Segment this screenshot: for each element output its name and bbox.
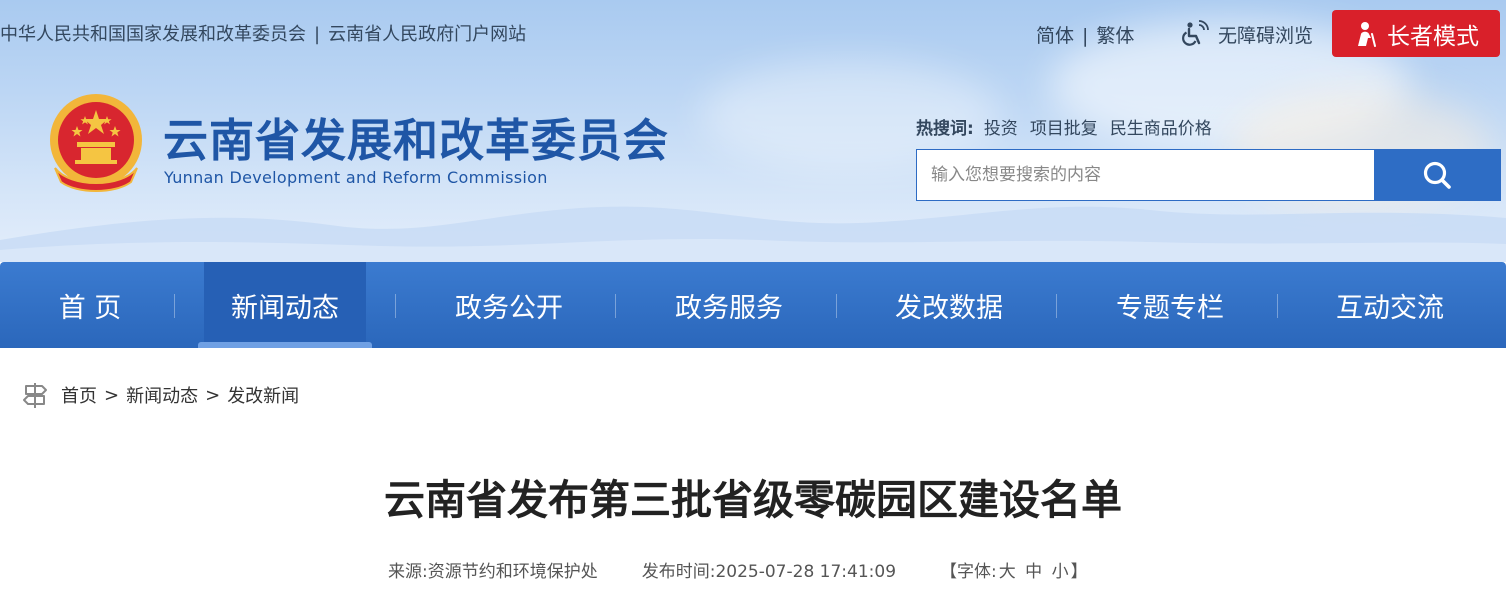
- breadcrumb: 首页 > 新闻动态 > 发改新闻: [22, 381, 299, 409]
- breadcrumb-separator: >: [104, 384, 120, 406]
- accessibility-label: 无障碍浏览: [1218, 24, 1314, 47]
- source-value: 资源节约和环境保护处: [427, 562, 598, 582]
- ndrc-link[interactable]: 中华人民共和国国家发展和改革委员会: [0, 24, 306, 45]
- nav-item-gov-services[interactable]: 政务服务: [654, 262, 804, 348]
- time-value: 2025-07-28 17:41:09: [715, 562, 897, 582]
- nav-separator: [615, 294, 616, 318]
- nav-item-data[interactable]: 发改数据: [874, 262, 1024, 348]
- font-large-button[interactable]: 大: [999, 562, 1016, 582]
- elder-person-icon: [1358, 21, 1376, 47]
- hot-search-label: 热搜词:: [916, 119, 974, 139]
- site-header: 中华人民共和国国家发展和改革委员会 | 云南省人民政府门户网站 简体 | 繁体 无障碍浏…: [0, 0, 1506, 262]
- breadcrumb-news[interactable]: 新闻动态: [126, 382, 198, 408]
- nav-item-home[interactable]: 首 页: [20, 262, 160, 348]
- breadcrumb-home[interactable]: 首页: [61, 382, 97, 408]
- nav-separator: [395, 294, 396, 318]
- wheelchair-signal-icon: [1182, 20, 1209, 46]
- hot-search: 热搜词: 投资 项目批复 民生商品价格: [916, 114, 1224, 139]
- elder-mode-button[interactable]: 长者模式: [1332, 10, 1500, 57]
- nav-item-interaction[interactable]: 互动交流: [1315, 262, 1465, 348]
- accessibility-button[interactable]: 无障碍浏览: [1180, 18, 1313, 50]
- article-time: 发布时间:2025-07-28 17:41:09: [642, 562, 896, 582]
- article-title: 云南省发布第三批省级零碳园区建设名单: [384, 476, 1122, 524]
- lang-separator: |: [1082, 25, 1089, 47]
- nav-separator: [1056, 294, 1057, 318]
- topbar-separator: |: [314, 24, 321, 45]
- breadcrumb-separator: >: [205, 384, 221, 406]
- search-icon: [1424, 161, 1451, 189]
- language-switch: 简体 | 繁体: [1036, 21, 1134, 48]
- topbar-links: 中华人民共和国国家发展和改革委员会 | 云南省人民政府门户网站: [0, 20, 526, 46]
- font-label: 【字体:: [940, 562, 997, 582]
- article-meta: 来源:资源节约和环境保护处 发布时间:2025-07-28 17:41:09 【字体…: [388, 557, 1132, 582]
- article-source: 来源:资源节约和环境保护处: [388, 562, 598, 582]
- time-label: 发布时间:: [641, 562, 716, 582]
- yunnan-gov-link[interactable]: 云南省人民政府门户网站: [328, 24, 526, 45]
- nav-separator: [174, 294, 175, 318]
- hot-search-item[interactable]: 投资: [984, 119, 1018, 139]
- hot-search-item[interactable]: 民生商品价格: [1110, 119, 1212, 139]
- simplified-chinese-link[interactable]: 简体: [1036, 25, 1074, 47]
- search-button[interactable]: [1374, 150, 1500, 200]
- source-label: 来源:: [388, 562, 428, 582]
- main-nav: 首 页 新闻动态 政务公开 政务服务 发改数据 专题专栏 互动交流: [0, 262, 1506, 348]
- breadcrumb-ndrc-news[interactable]: 发改新闻: [227, 382, 299, 408]
- nav-separator: [836, 294, 837, 318]
- font-medium-button[interactable]: 中: [1025, 562, 1042, 582]
- site-title-english: Yunnan Development and Reform Commission: [164, 168, 548, 187]
- font-small-button[interactable]: 小: [1052, 562, 1069, 582]
- elder-mode-label: 长者模式: [1387, 23, 1479, 50]
- nav-item-topics[interactable]: 专题专栏: [1095, 262, 1245, 348]
- search-input[interactable]: [917, 150, 1375, 200]
- traditional-chinese-link[interactable]: 繁体: [1096, 25, 1134, 47]
- nav-separator: [1277, 294, 1278, 318]
- nav-item-news[interactable]: 新闻动态: [198, 262, 372, 348]
- hot-search-item[interactable]: 项目批复: [1030, 119, 1098, 139]
- font-close-bracket: 】: [1070, 562, 1088, 582]
- search-box: [916, 149, 1501, 201]
- national-emblem: [50, 94, 142, 192]
- font-size-control: 【字体: 大 中 小】: [940, 562, 1088, 582]
- nav-item-gov-affairs[interactable]: 政务公开: [434, 262, 584, 348]
- signpost-icon: [23, 383, 47, 408]
- site-title: 云南省发展和改革委员会: [163, 114, 670, 167]
